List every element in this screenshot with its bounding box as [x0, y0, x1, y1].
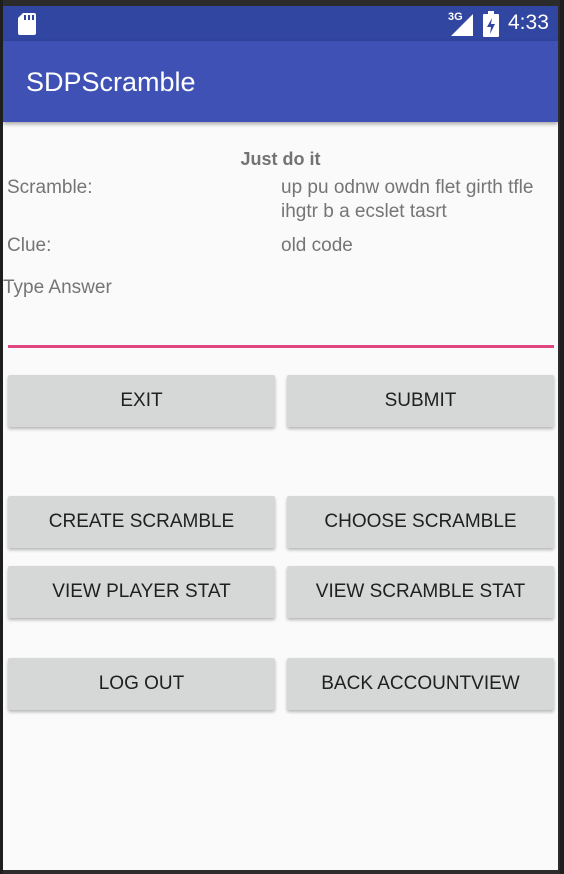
app-bar: SDPScramble [3, 41, 558, 122]
status-clock: 4:33 [508, 11, 549, 34]
back-accountview-button[interactable]: BACK ACCOUNTVIEW [287, 658, 554, 710]
app-screen: 3G 4:33 SDPScramble Just do it Scramble:… [3, 6, 558, 870]
clue-label: Clue: [7, 235, 52, 256]
clue-value: old code [281, 235, 353, 256]
exit-button[interactable]: EXIT [8, 375, 275, 427]
scramble-label: Scramble: [7, 177, 93, 198]
sd-card-icon [18, 13, 36, 35]
app-title: SDPScramble [26, 67, 196, 97]
scramble-line-1: up pu odnw owdn flet girth tfle [281, 177, 534, 198]
create-scramble-button[interactable]: CREATE SCRAMBLE [8, 496, 275, 548]
scramble-value: up pu odnw owdn flet girth tfle ihgtr b … [281, 176, 533, 224]
scramble-line-2: ihgtr b a ecslet tasrt [281, 201, 447, 222]
log-out-button[interactable]: LOG OUT [8, 658, 275, 710]
answer-input[interactable] [8, 311, 554, 348]
signal-icon [451, 14, 473, 36]
device-frame-right [560, 0, 564, 874]
choose-scramble-button[interactable]: CHOOSE SCRAMBLE [287, 496, 554, 548]
view-player-stat-button[interactable]: VIEW PLAYER STAT [8, 566, 275, 618]
status-bar: 3G 4:33 [3, 6, 558, 41]
submit-button[interactable]: SUBMIT [287, 375, 554, 427]
scramble-heading: Just do it [240, 149, 321, 169]
battery-icon [483, 11, 499, 37]
answer-label: Type Answer [3, 277, 112, 298]
view-scramble-stat-button[interactable]: VIEW SCRAMBLE STAT [287, 566, 554, 618]
